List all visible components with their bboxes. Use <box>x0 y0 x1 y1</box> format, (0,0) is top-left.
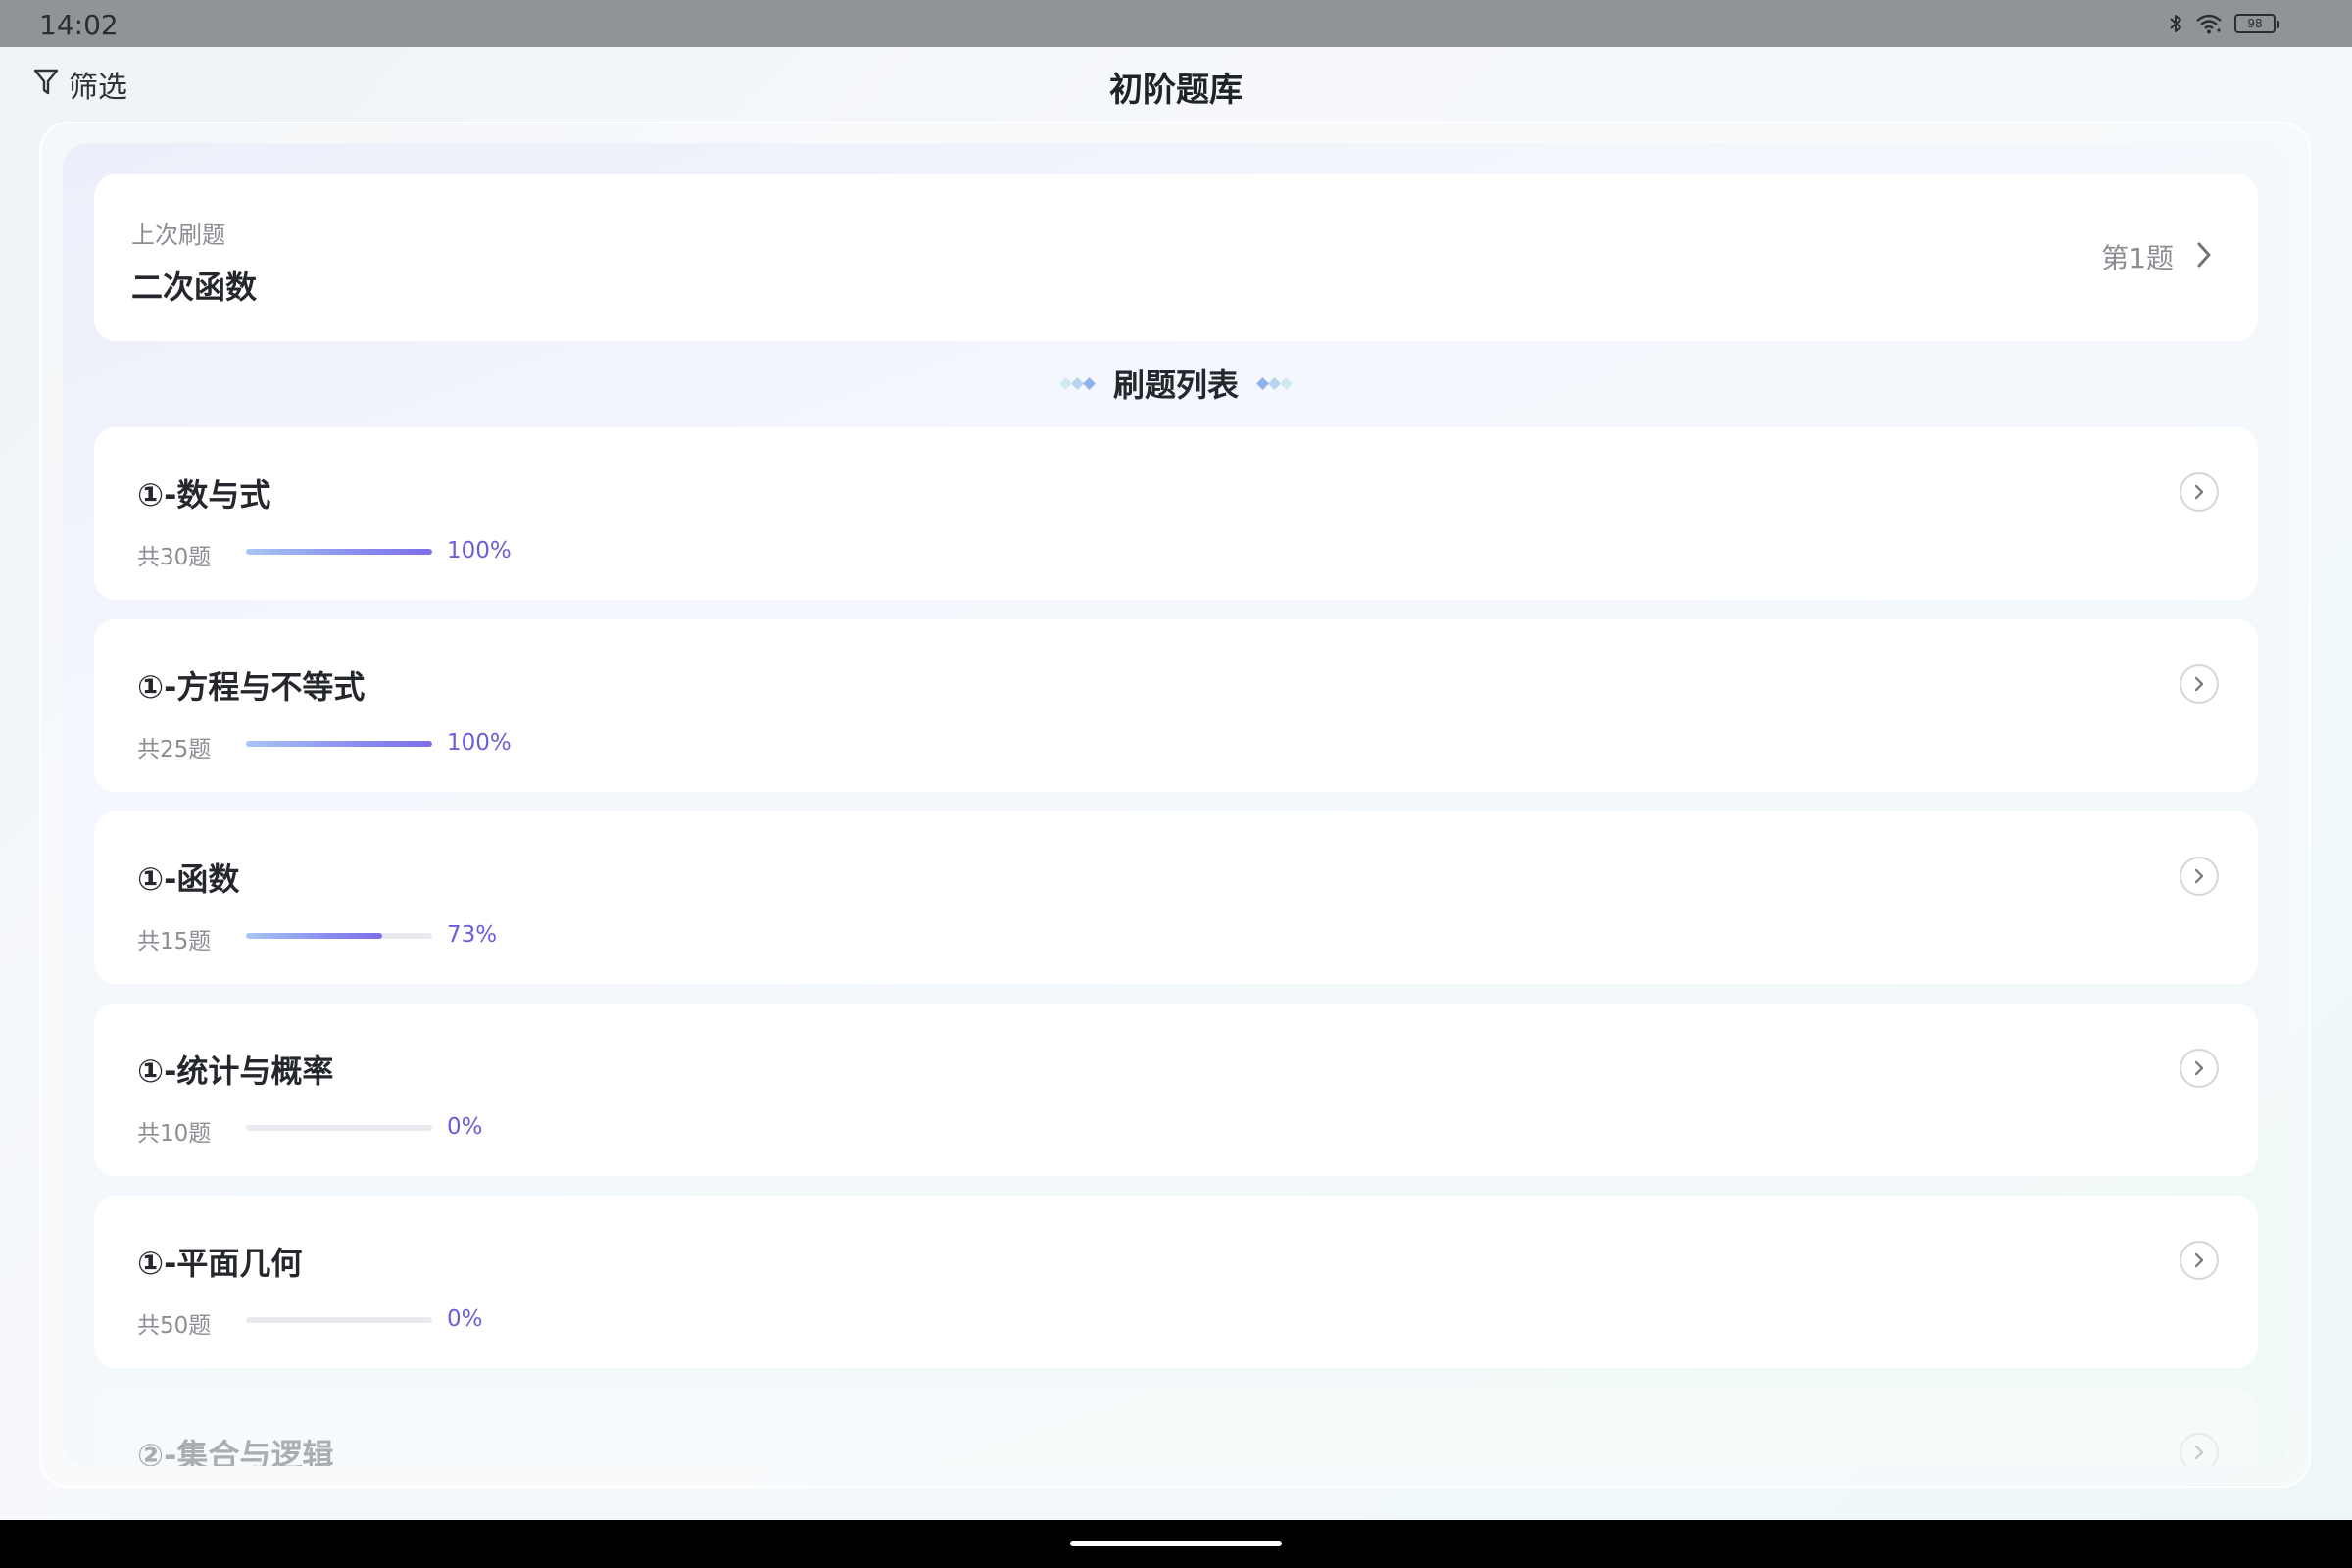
chevron-right-circle-icon[interactable] <box>2180 1433 2219 1466</box>
last-practice-card[interactable]: 上次刷题 二次函数 第1题 <box>94 174 2258 341</box>
topic-progress-percent: 100% <box>447 730 512 756</box>
last-practice-topic: 二次函数 <box>131 269 258 306</box>
status-icons: 98 <box>2168 10 2279 37</box>
content-panel: 上次刷题 二次函数 第1题 刷题列表 ①-数与式 共30题 100% ①-方程与… <box>63 143 2289 1466</box>
topic-title: ①-平面几何 <box>137 1245 303 1282</box>
topic-progress-bar <box>246 1125 432 1131</box>
wifi-icon <box>2195 13 2223 34</box>
last-practice-progress: 第1题 <box>2101 242 2174 274</box>
bluetooth-icon <box>2168 12 2183 35</box>
home-indicator[interactable] <box>1070 1541 1282 1546</box>
topic-card[interactable]: ②-集合与逻辑 <box>94 1388 2258 1466</box>
topic-card[interactable]: ①-函数 共15题 73% <box>94 811 2258 984</box>
topic-progress-fill <box>246 741 432 747</box>
topic-title: ①-数与式 <box>137 476 271 514</box>
topic-card[interactable]: ①-统计与概率 共10题 0% <box>94 1004 2258 1176</box>
status-bar: 14:02 98 <box>0 0 2352 47</box>
topic-progress-bar <box>246 549 432 555</box>
topic-progress-fill <box>246 549 432 555</box>
diamond-decoration-left-icon <box>1059 376 1096 390</box>
topic-title: ①-方程与不等式 <box>137 668 366 706</box>
section-title: 刷题列表 <box>1112 367 1239 404</box>
topic-progress-percent: 0% <box>447 1114 483 1140</box>
chevron-right-circle-icon[interactable] <box>2180 1241 2219 1280</box>
topic-question-count: 共50题 <box>137 1313 212 1339</box>
topic-progress-bar <box>246 933 432 939</box>
topic-progress-percent: 0% <box>447 1306 483 1332</box>
topic-card[interactable]: ①-数与式 共30题 100% <box>94 427 2258 600</box>
topic-list: ①-数与式 共30题 100% ①-方程与不等式 共25题 100% ①-函数 … <box>94 427 2258 1466</box>
diamond-decoration-right-icon <box>1256 376 1293 390</box>
topic-progress-percent: 73% <box>447 922 498 948</box>
topic-question-count: 共30题 <box>137 545 212 570</box>
topic-progress-bar <box>246 1317 432 1323</box>
topic-progress-fill <box>246 933 382 939</box>
chevron-right-icon <box>2195 240 2213 273</box>
chevron-right-circle-icon[interactable] <box>2180 1049 2219 1088</box>
topic-title: ①-函数 <box>137 860 240 898</box>
topic-progress-percent: 100% <box>447 538 512 564</box>
topic-question-count: 共25题 <box>137 737 212 762</box>
page-title: 初阶题库 <box>1109 71 1243 110</box>
topic-title: ②-集合与逻辑 <box>137 1437 334 1466</box>
topic-progress-bar <box>246 741 432 747</box>
status-time: 14:02 <box>39 9 119 41</box>
chevron-right-circle-icon[interactable] <box>2180 857 2219 896</box>
navigation-bar <box>0 1520 2352 1568</box>
topic-question-count: 共15题 <box>137 929 212 955</box>
chevron-right-circle-icon[interactable] <box>2180 472 2219 512</box>
section-heading: 刷题列表 <box>63 361 2289 406</box>
topic-card[interactable]: ①-方程与不等式 共25题 100% <box>94 619 2258 792</box>
topic-card[interactable]: ①-平面几何 共50题 0% <box>94 1196 2258 1368</box>
header: 筛选 初阶题库 <box>0 47 2352 125</box>
battery-icon: 98 <box>2234 14 2279 33</box>
last-practice-label: 上次刷题 <box>131 221 225 249</box>
last-practice-continue[interactable]: 第1题 <box>2101 237 2213 276</box>
topic-question-count: 共10题 <box>137 1121 212 1147</box>
battery-level: 98 <box>2247 17 2263 30</box>
topic-title: ①-统计与概率 <box>137 1053 334 1090</box>
chevron-right-circle-icon[interactable] <box>2180 664 2219 704</box>
